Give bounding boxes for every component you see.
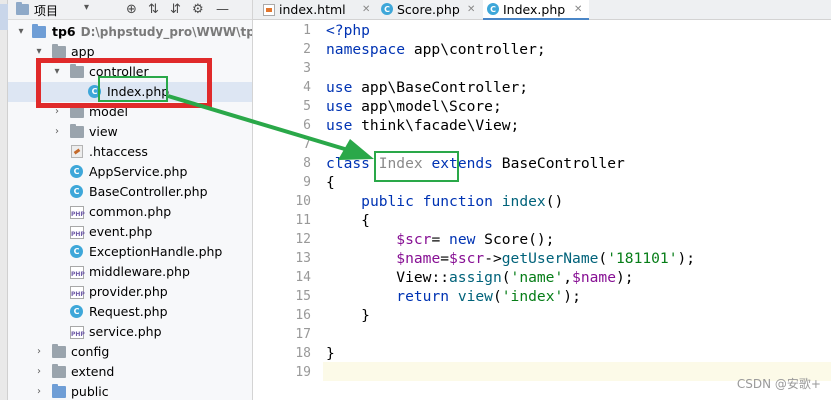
code-line: namespace app\controller;: [326, 41, 546, 58]
line-number: 1: [303, 23, 311, 38]
code-editor: index.html ✕ C Score.php ✕ C Index.php ✕…: [253, 0, 831, 400]
tree-item-common[interactable]: PHP common.php: [8, 202, 252, 222]
project-panel-title[interactable]: 项目: [34, 2, 58, 19]
tab-index-html[interactable]: index.html ✕: [259, 0, 377, 20]
code-line: }: [326, 345, 335, 362]
editor-tab-bar: index.html ✕ C Score.php ✕ C Index.php ✕: [253, 0, 831, 20]
line-number: 14: [295, 270, 311, 285]
tree-item-basecontroller[interactable]: C BaseController.php: [8, 182, 252, 202]
line-number: 12: [295, 232, 311, 247]
tree-item-extend[interactable]: › extend: [8, 362, 252, 382]
code-line: $name=$scr->getUserName('181101');: [396, 250, 696, 267]
code-line: use app\BaseController;: [326, 79, 529, 96]
tree-item-middleware[interactable]: PHP middleware.php: [8, 262, 252, 282]
tab-score-php[interactable]: C Score.php ✕: [377, 0, 483, 20]
code-line: }: [361, 307, 370, 324]
folder-icon: [52, 344, 66, 358]
close-icon[interactable]: ✕: [362, 0, 370, 19]
folder-icon: [32, 24, 46, 38]
line-number: 19: [295, 365, 311, 380]
php-file-icon: PHP: [70, 326, 85, 339]
line-number: 18: [295, 346, 311, 361]
code-line: View::assign('name',$name);: [396, 269, 634, 286]
line-number: 16: [295, 308, 311, 323]
line-number: 3: [303, 61, 311, 76]
code-line: {: [361, 212, 370, 229]
line-number: 15: [295, 289, 311, 304]
tree-item-view[interactable]: › view: [8, 122, 252, 142]
line-number: 4: [303, 80, 311, 95]
htaccess-file-icon: [71, 145, 83, 158]
hide-icon[interactable]: —: [216, 1, 229, 19]
line-number: 8: [303, 156, 311, 171]
tree-root[interactable]: ▾ tp6 D:\phpstudy_pro\WWW\tp6: [8, 22, 253, 42]
code-area[interactable]: <?php namespace app\controller; use app\…: [323, 20, 831, 400]
line-number: 9: [303, 175, 311, 190]
expand-icon[interactable]: ⇵: [170, 1, 181, 19]
php-file-icon: PHP: [70, 206, 85, 219]
annotation-green-box-file: [98, 76, 168, 102]
chevron-right-icon[interactable]: ›: [34, 342, 44, 362]
chevron-right-icon[interactable]: ›: [34, 362, 44, 382]
tool-window-strip: [0, 0, 8, 400]
tree-item-provider[interactable]: PHP provider.php: [8, 282, 252, 302]
line-number: 6: [303, 118, 311, 133]
tab-index-php[interactable]: C Index.php ✕: [483, 0, 589, 20]
tree-item-exceptionhandle[interactable]: C ExceptionHandle.php: [8, 242, 252, 262]
tree-item-event[interactable]: PHP event.php: [8, 222, 252, 242]
html-file-icon: [263, 4, 275, 16]
line-number: 2: [303, 42, 311, 57]
code-line: use app\model\Score;: [326, 98, 502, 115]
php-class-icon: C: [487, 3, 499, 15]
php-file-icon: PHP: [70, 226, 85, 239]
line-number: 5: [303, 99, 311, 114]
collapse-icon[interactable]: ⇅: [148, 1, 159, 19]
folder-icon: [52, 364, 66, 378]
line-number: 13: [295, 251, 311, 266]
line-number: 7: [303, 137, 311, 152]
code-line: return view('index');: [396, 288, 581, 305]
folder-icon: [70, 124, 84, 138]
tree-item-appservice[interactable]: C AppService.php: [8, 162, 252, 182]
folder-icon: [52, 44, 66, 58]
code-line: use think\facade\View;: [326, 117, 520, 134]
php-class-icon: C: [70, 305, 83, 318]
chevron-down-icon[interactable]: ▾: [16, 22, 26, 42]
line-number-gutter: 1 2 3 4 5 6 7 8 9 10 11 12 13 14 15 16 1…: [253, 20, 323, 400]
line-number: 10: [295, 194, 311, 209]
line-number: 11: [295, 213, 311, 228]
close-icon[interactable]: ✕: [467, 0, 475, 19]
php-class-icon: C: [70, 165, 83, 178]
annotation-green-box-class: [374, 151, 459, 182]
tree-item-public[interactable]: › public: [8, 382, 252, 400]
php-class-icon: C: [381, 3, 393, 15]
gear-icon[interactable]: ⚙: [192, 1, 204, 19]
chevron-right-icon[interactable]: ›: [52, 122, 62, 142]
line-number: 17: [295, 327, 311, 342]
code-line: class Index extends BaseController: [326, 155, 625, 172]
tree-item-config[interactable]: › config: [8, 342, 252, 362]
php-file-icon: PHP: [70, 266, 85, 279]
tree-item-service[interactable]: PHP service.php: [8, 322, 252, 342]
watermark: CSDN @安歌+: [736, 377, 821, 391]
folder-icon: [52, 384, 66, 398]
code-line: $scr= new Score();: [396, 231, 555, 248]
chevron-right-icon[interactable]: ›: [34, 382, 44, 400]
code-line: public function index(): [361, 193, 564, 210]
tree-root-label: tp6 D:\phpstudy_pro\WWW\tp6: [52, 24, 253, 39]
project-toolbar: 项目 ▾ ⊕ ⇅ ⇵ ⚙ —: [8, 0, 252, 20]
close-icon[interactable]: ✕: [574, 0, 582, 19]
php-file-icon: PHP: [70, 286, 85, 299]
chevron-down-icon[interactable]: ▾: [84, 2, 89, 13]
add-icon[interactable]: ⊕: [126, 1, 137, 19]
php-class-icon: C: [70, 185, 83, 198]
code-line: <?php: [326, 22, 370, 39]
php-class-icon: C: [70, 245, 83, 258]
project-icon: [16, 2, 29, 15]
tree-item-htaccess[interactable]: .htaccess: [8, 142, 252, 162]
project-tool-button[interactable]: [0, 4, 8, 30]
code-line: {: [326, 174, 335, 191]
tree-item-request[interactable]: C Request.php: [8, 302, 252, 322]
